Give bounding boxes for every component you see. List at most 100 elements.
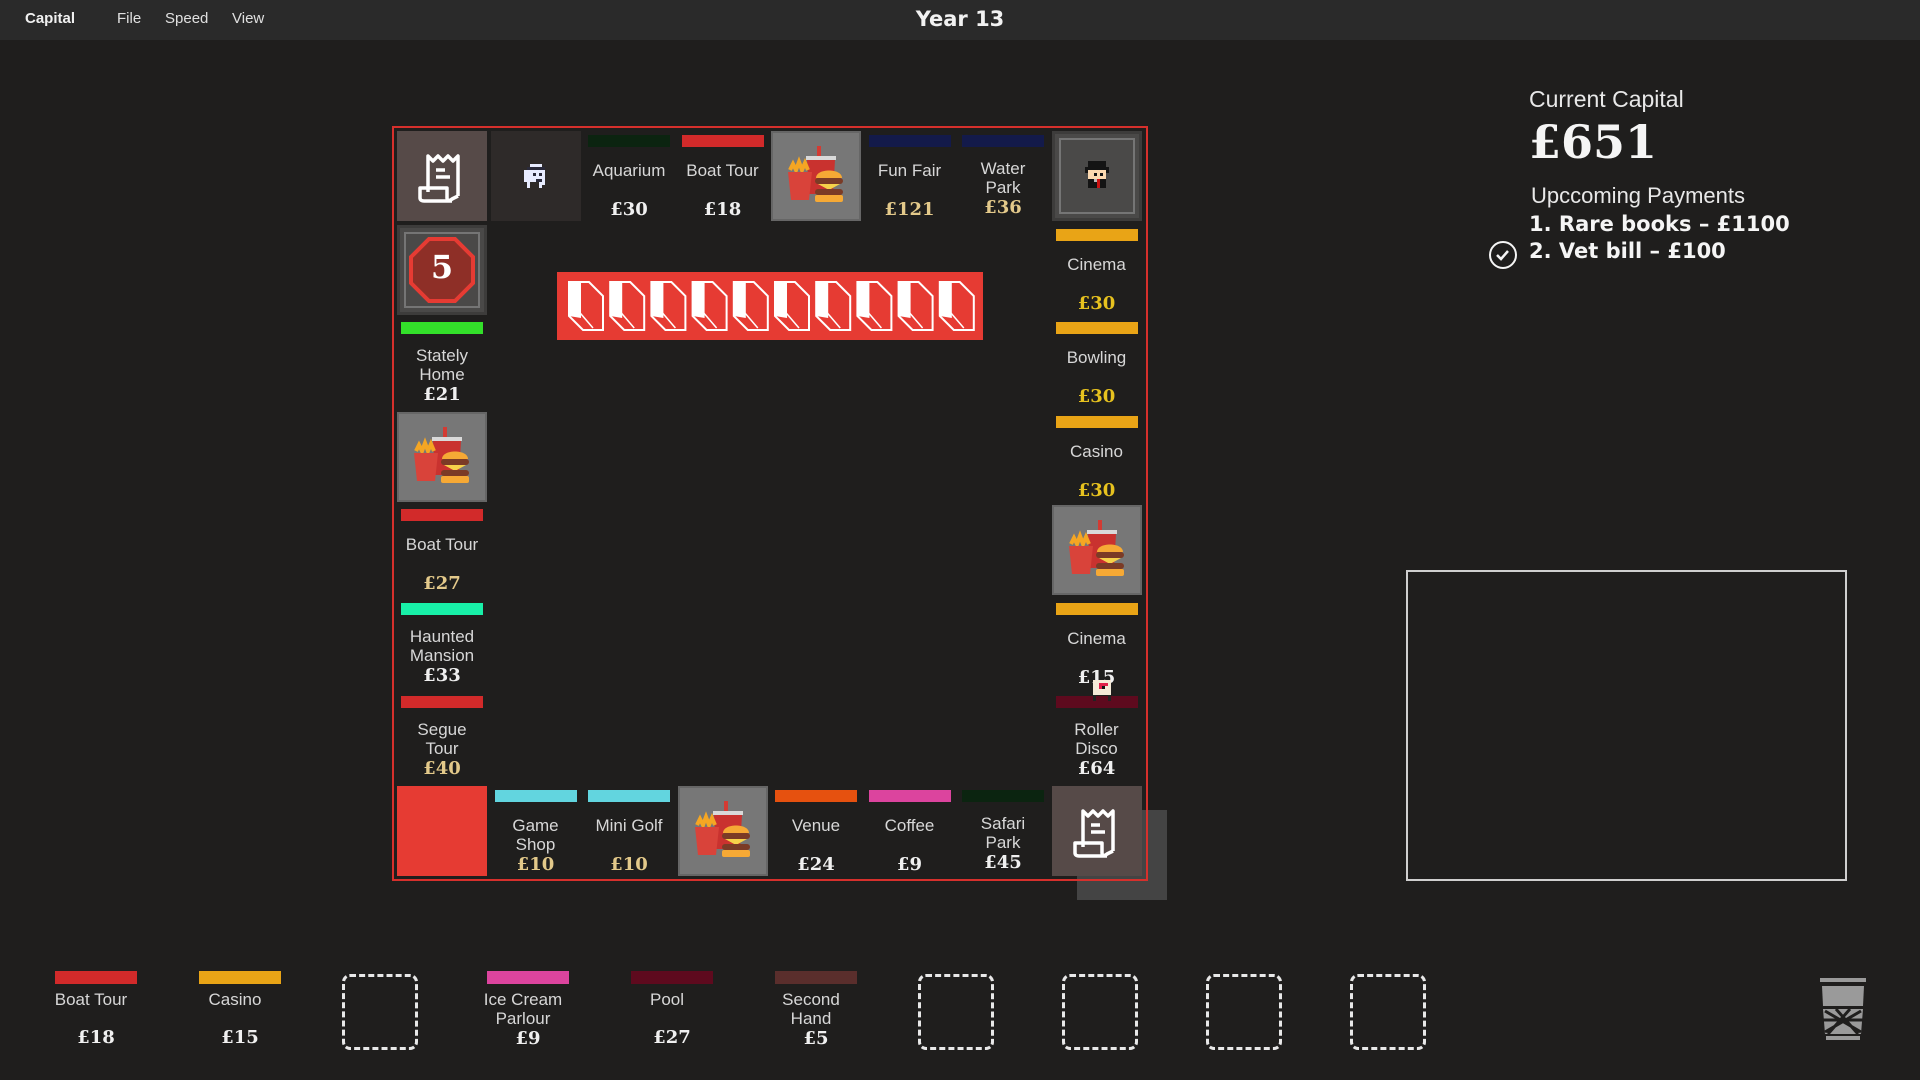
property-tile[interactable]: Venue £24: [771, 786, 861, 876]
food-tile[interactable]: [1051, 505, 1142, 595]
logo-letter: [856, 281, 893, 331]
logo-letter: [732, 281, 769, 331]
color-bar: [588, 135, 670, 147]
card-name: Second Hand: [782, 990, 840, 1028]
property-name: Aquarium: [592, 161, 666, 180]
property-tile[interactable]: Boat Tour £18: [678, 131, 768, 221]
color-bar: [775, 971, 857, 984]
hand-card[interactable]: Casino £15: [190, 968, 281, 1060]
property-tile[interactable]: Segue Tour £40: [397, 692, 487, 782]
property-tile[interactable]: Water Park £36: [958, 131, 1048, 221]
property-price: £121: [884, 199, 935, 220]
receipt-tile[interactable]: [1051, 785, 1142, 876]
property-tile[interactable]: Fun Fair £121: [865, 131, 955, 221]
hand-card[interactable]: Ice Cream Parlour £9: [478, 968, 569, 1060]
property-tile[interactable]: Casino £30: [1052, 412, 1142, 502]
property-tile[interactable]: Mini Golf £10: [584, 786, 674, 876]
businessman-character-icon: [1084, 161, 1109, 188]
property-tile[interactable]: Haunted Mansion £33: [397, 599, 487, 689]
empty-card-slot[interactable]: [918, 974, 994, 1050]
property-name: Coffee: [884, 815, 935, 835]
empty-card-slot[interactable]: [1062, 974, 1138, 1050]
property-name: Fun Fair: [877, 161, 942, 180]
payment-item: 1. Rare books – £1100: [1529, 212, 1790, 236]
robot-character-icon: [523, 164, 545, 188]
property-tile[interactable]: Stately Home £21: [397, 318, 487, 408]
food-tile[interactable]: [771, 131, 861, 221]
trash-bin-icon[interactable]: [1818, 978, 1868, 1040]
fast-food-icon: [694, 800, 750, 857]
hand-card[interactable]: Second Hand £5: [766, 968, 857, 1060]
card-drop-zone[interactable]: [1406, 570, 1847, 881]
property-price: £27: [423, 573, 461, 594]
start-tile[interactable]: [397, 785, 487, 876]
property-name: Cinema: [1067, 254, 1126, 274]
property-tile[interactable]: Game Shop £10: [491, 786, 581, 876]
menu-bar: Capital File Speed View Year 13: [0, 0, 1920, 40]
receipt-tile[interactable]: [397, 131, 487, 221]
property-tile[interactable]: Boat Tour £27: [397, 505, 487, 595]
logo-letter: [897, 281, 934, 331]
property-price: £24: [797, 853, 835, 875]
property-tile[interactable]: Cinema £30: [1052, 225, 1142, 315]
card-price: £27: [653, 1027, 691, 1048]
current-capital-label: Current Capital: [1529, 86, 1684, 112]
food-tile[interactable]: [397, 411, 487, 502]
empty-card-slot[interactable]: [1350, 974, 1426, 1050]
year-title: Year 13: [915, 7, 1005, 31]
color-bar: [199, 971, 281, 984]
property-name: Casino: [1070, 441, 1123, 461]
logo-letter: [815, 281, 852, 331]
property-price: £9: [896, 853, 923, 875]
card-price: £18: [77, 1027, 115, 1048]
receipt-icon: [418, 154, 460, 203]
property-tile[interactable]: Cinema £15: [1052, 599, 1142, 689]
logo-letter: [691, 281, 728, 331]
fast-food-icon: [414, 426, 469, 483]
character-tile[interactable]: [1051, 131, 1142, 221]
property-price: £21: [423, 384, 461, 405]
current-capital-value: £651: [1529, 115, 1658, 169]
property-tile[interactable]: Bowling £30: [1052, 318, 1142, 408]
property-tile[interactable]: Aquarium £30: [584, 131, 674, 221]
property-tile[interactable]: Safari Park £45: [958, 786, 1048, 876]
color-bar: [1055, 602, 1138, 615]
payment-item: 2. Vet bill – £100: [1489, 239, 1790, 269]
hand-card[interactable]: Boat Tour £18: [46, 968, 137, 1060]
character-tile[interactable]: [490, 131, 581, 221]
property-price: £36: [984, 197, 1022, 218]
property-name: Venue: [791, 815, 841, 835]
property-name: Stately Home: [416, 346, 468, 384]
payment-text: 2. Vet bill – £100: [1529, 239, 1726, 263]
capitalism-logo: [557, 272, 983, 340]
color-bar: [588, 789, 670, 802]
card-price: £15: [221, 1027, 259, 1048]
color-bar: [401, 696, 483, 708]
color-bar: [868, 135, 951, 147]
color-bar: [401, 602, 483, 615]
property-price: £33: [423, 664, 461, 686]
logo-letter: [938, 281, 975, 331]
logo-letter: [650, 281, 687, 331]
color-bar: [962, 135, 1044, 147]
empty-card-slot[interactable]: [1206, 974, 1282, 1050]
check-circle-icon: [1489, 241, 1517, 269]
property-price: £30: [610, 199, 648, 220]
property-name: Boat Tour: [405, 535, 479, 554]
property-price: £64: [1077, 758, 1116, 779]
color-bar: [401, 322, 483, 334]
hand-card[interactable]: Pool £27: [622, 968, 713, 1060]
dice-value: 5: [430, 247, 454, 286]
logo-letter: [609, 281, 646, 331]
player-token-icon: [1090, 680, 1114, 708]
food-tile[interactable]: [677, 785, 768, 876]
dice-tile[interactable]: 5: [397, 224, 487, 315]
property-tile[interactable]: Coffee £9: [865, 786, 955, 876]
color-bar: [962, 789, 1044, 802]
property-name: Water Park: [980, 159, 1026, 197]
fast-food-icon: [1068, 520, 1124, 576]
property-price: £18: [703, 199, 742, 220]
empty-card-slot[interactable]: [342, 974, 418, 1050]
property-price: £40: [423, 758, 461, 779]
fast-food-icon: [788, 146, 843, 202]
